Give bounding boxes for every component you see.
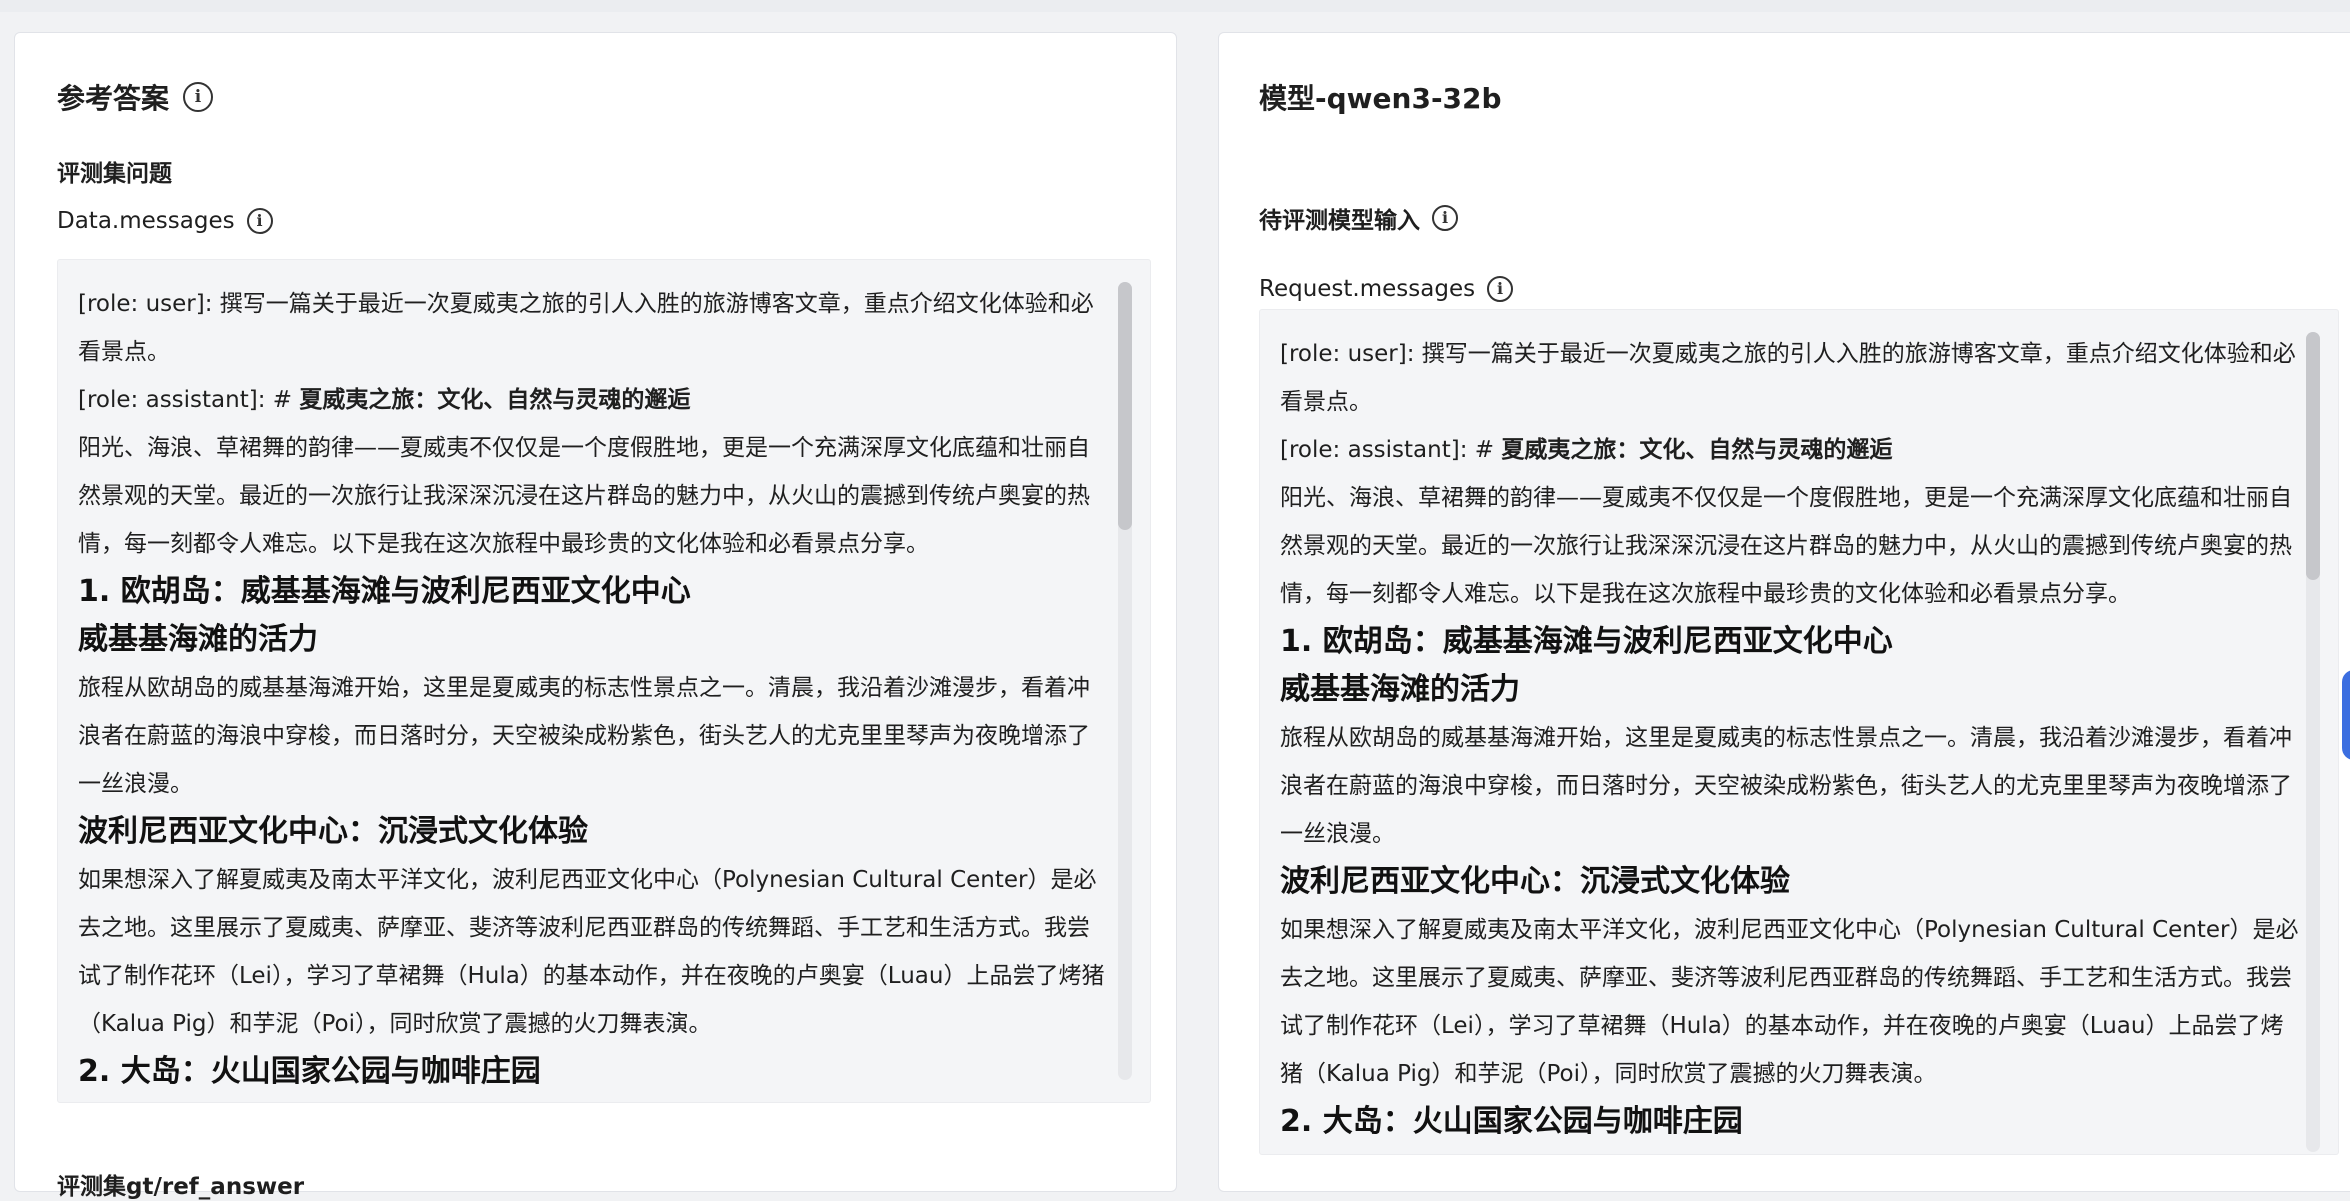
panel-title-text: 参考答案 [57,82,170,115]
top-bar [0,0,2350,12]
model-input-label-text: 待评测模型输入 [1259,208,1420,234]
model-panel: 模型-qwen3-32b 待评测模型输入 i Request.messages … [1218,32,2350,1192]
dataset-question-label: 评测集问题 [57,161,172,187]
info-icon[interactable]: i [1487,276,1514,302]
model-input-label: 待评测模型输入 i [1259,201,1458,235]
heading-polynesian: 波利尼西亚文化中心：沉浸式文化体验 [78,814,588,849]
info-icon[interactable]: i [183,82,214,112]
panel-title: 参考答案 i [57,77,214,117]
polynesian-paragraph: 如果想深入了解夏威夷及南太平洋文化，波利尼西亚文化中心（Polynesian C… [1280,917,2299,1087]
scrollbar-thumb[interactable] [2306,332,2320,580]
heading-waikiki: 威基基海滩的活力 [1280,672,1520,707]
messages-content: [role: user]: 撰写一篇关于最近一次夏威夷之旅的引人入胜的旅游博客文… [58,260,1150,1096]
assistant-title: 夏威夷之旅：文化、自然与灵魂的邂逅 [299,387,691,413]
field-label-text: Request.messages [1259,276,1476,302]
assistant-title: 夏威夷之旅：文化、自然与灵魂的邂逅 [1501,437,1893,463]
assistant-message: [role: assistant]: # 夏威夷之旅：文化、自然与灵魂的邂逅 [1280,426,2300,474]
request-messages-box[interactable]: [role: user]: 撰写一篇关于最近一次夏威夷之旅的引人入胜的旅游博客文… [1259,309,2339,1155]
panel-title-text: 模型-qwen3-32b [1259,82,1502,115]
scrollbar[interactable] [1118,282,1132,1080]
heading-big-island: 2. 大岛：火山国家公园与咖啡庄园 [1280,1104,1743,1139]
info-icon[interactable]: i [1432,205,1458,231]
data-messages-box[interactable]: [role: user]: 撰写一篇关于最近一次夏威夷之旅的引人入胜的旅游博客文… [57,259,1151,1103]
side-panel-tab[interactable] [2342,670,2350,760]
intro-paragraph: 阳光、海浪、草裙舞的韵律——夏威夷不仅仅是一个度假胜地，更是一个充满深厚文化底蕴… [1280,485,2292,607]
reference-answer-panel: 参考答案 i 评测集问题 Data.messages i [role: user… [14,32,1177,1200]
field-label-text: Data.messages [57,208,235,234]
waikiki-paragraph: 旅程从欧胡岛的威基基海滩开始，这里是夏威夷的标志性景点之一。清晨，我沿着沙滩漫步… [78,675,1090,797]
waikiki-paragraph: 旅程从欧胡岛的威基基海滩开始，这里是夏威夷的标志性景点之一。清晨，我沿着沙滩漫步… [1280,725,2292,847]
heading-big-island: 2. 大岛：火山国家公园与咖啡庄园 [78,1054,541,1089]
ref-answer-label: 评测集gt/ref_answer [57,1174,305,1200]
assistant-message: [role: assistant]: # 夏威夷之旅：文化、自然与灵魂的邂逅 [78,376,1112,424]
assistant-prefix: [role: assistant]: # [78,387,300,413]
scrollbar-thumb[interactable] [1118,282,1132,530]
user-message: [role: user]: 撰写一篇关于最近一次夏威夷之旅的引人入胜的旅游博客文… [78,291,1094,365]
messages-content: [role: user]: 撰写一篇关于最近一次夏威夷之旅的引人入胜的旅游博客文… [1260,310,2338,1146]
field-label: Request.messages i [1259,276,1514,302]
heading-waikiki: 威基基海滩的活力 [78,622,318,657]
polynesian-paragraph: 如果想深入了解夏威夷及南太平洋文化，波利尼西亚文化中心（Polynesian C… [78,867,1105,1037]
heading-oahu: 1. 欧胡岛：威基基海滩与波利尼西亚文化中心 [1280,624,1893,659]
field-label: Data.messages i [57,208,273,234]
scrollbar[interactable] [2306,332,2320,1152]
assistant-prefix: [role: assistant]: # [1280,437,1502,463]
heading-polynesian: 波利尼西亚文化中心：沉浸式文化体验 [1280,864,1790,899]
info-icon[interactable]: i [246,208,273,234]
user-message: [role: user]: 撰写一篇关于最近一次夏威夷之旅的引人入胜的旅游博客文… [1280,341,2296,415]
panel-title: 模型-qwen3-32b [1259,77,1502,117]
heading-oahu: 1. 欧胡岛：威基基海滩与波利尼西亚文化中心 [78,574,691,609]
intro-paragraph: 阳光、海浪、草裙舞的韵律——夏威夷不仅仅是一个度假胜地，更是一个充满深厚文化底蕴… [78,435,1090,557]
